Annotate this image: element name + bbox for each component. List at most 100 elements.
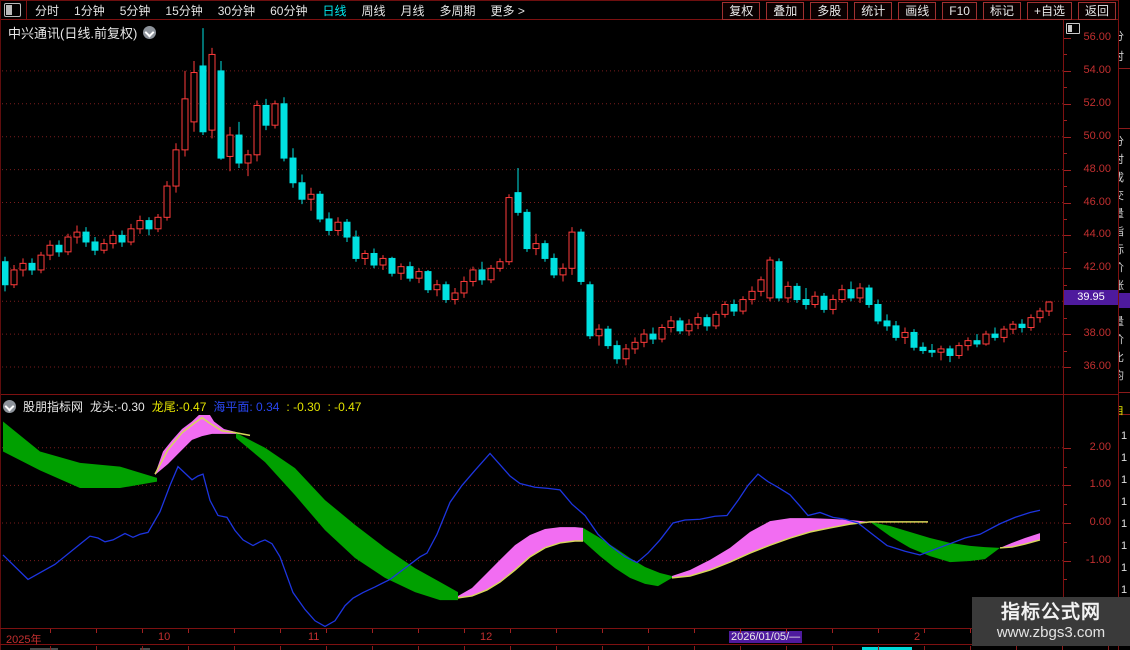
period-tab-日线[interactable]: 日线 [322,2,346,19]
price-tick-label: 50.00 [1083,129,1111,142]
time-tick [464,629,465,633]
period-tab-15分钟[interactable]: 15分钟 [165,2,202,19]
clipped-quote-digit: 1 [1121,452,1128,464]
price-tick-label: 52.00 [1083,96,1111,109]
time-axis-label: 12 [480,631,493,643]
candle [469,269,477,282]
toolbar-button-统计[interactable]: 统计 [854,2,893,20]
time-tick [326,629,327,633]
candle [793,285,801,301]
period-tab-月线[interactable]: 月线 [401,2,425,19]
bottom-row-tick [832,646,833,650]
candle [991,333,999,338]
candle [946,348,954,356]
candle [640,333,648,343]
candle [874,303,882,322]
clipped-quote-digit: 1 [1121,584,1128,596]
toolbar-button-画线[interactable]: 画线 [898,2,937,20]
price-tick [1063,169,1071,171]
price-tick [1063,103,1071,105]
bottom-row-tick [602,646,603,650]
clipped-glyph: 交 [1119,187,1124,203]
panel-divider[interactable] [0,394,1118,395]
candle [172,149,180,187]
candle [613,345,621,360]
candle [244,154,252,164]
toolbar-buttons: 复权 叠加 多股 统计 画线 F10 标记 +自选 返回 [722,2,1116,20]
indicator-band-green [3,421,157,489]
bottom-row-tick [50,646,51,650]
chevron-down-icon[interactable] [3,400,16,413]
candle [955,345,963,356]
clipped-glyph: 分 [1119,133,1124,149]
period-tab-5分钟[interactable]: 5分钟 [120,2,151,19]
toolbar-button-标记[interactable]: 标记 [982,2,1021,20]
price-tick [1063,70,1071,72]
clipped-quote-digit: 1 [1121,540,1128,552]
period-tab-60分钟[interactable]: 60分钟 [270,2,307,19]
candle [82,231,90,243]
candle [397,266,405,274]
indicator-tick-label: 1.00 [1089,478,1111,491]
toolbar-button-多股[interactable]: 多股 [810,2,849,20]
panel-split-icon[interactable] [4,3,21,17]
candle [2,261,9,286]
candle [1000,328,1008,338]
candle [253,104,261,156]
bottom-row-tick [1062,646,1063,650]
period-tab-多周期[interactable]: 多周期 [440,2,476,19]
watermark: 指标公式网 www.zbgs3.com [972,597,1130,646]
indicator-chart[interactable] [2,415,1063,627]
bottom-row-tick [96,646,97,650]
toolbar-button-复权[interactable]: 复权 [722,2,761,20]
candle [343,221,351,238]
indicator-readout-4: : -0.30 [286,399,321,414]
price-tick-label: 36.00 [1083,360,1111,372]
bottom-row-tick [878,646,879,650]
candle [748,290,756,301]
time-tick [740,629,741,633]
toolbar-button-F10[interactable]: F10 [942,2,977,20]
period-tab-更多 >[interactable]: 更多 > [491,2,525,19]
candlestick-chart[interactable] [2,20,1063,393]
period-tab-周线[interactable]: 周线 [361,2,385,19]
clipped-glyph: 量 [1119,205,1124,221]
price-tick-label: 56.00 [1083,31,1111,43]
candle [361,252,369,259]
candle [64,236,72,253]
candle [424,271,432,291]
candle [928,350,936,353]
bottom-row-tick [280,646,281,650]
clipped-quote-digit: 1 [1121,562,1128,574]
candle [496,261,504,269]
candle [784,285,792,299]
candle [649,333,657,340]
candle [739,299,747,312]
candle [100,243,108,251]
candle [757,279,765,292]
indicator-band-magenta [458,527,583,598]
bottom-row-tick [694,646,695,650]
period-tab-30分钟[interactable]: 30分钟 [218,2,255,19]
candle [316,193,324,220]
indicator-tick-label: -1.00 [1085,553,1111,566]
right-sidebar-clipped[interactable]: 分时分时成交量指标价涨量价比均自111111111 [1118,0,1130,650]
candle [964,340,972,347]
candle [910,331,918,348]
period-tab-分时[interactable]: 分时 [35,2,59,19]
candle [406,266,414,279]
time-tick [372,629,373,633]
candle [703,317,711,327]
bottom-row-tick [188,646,189,650]
candle [226,134,234,157]
indicator-readout-0: 股朋指标网 [23,400,84,414]
candle [118,234,126,243]
time-tick [556,629,557,633]
candle [982,333,990,345]
toolbar-separator [26,0,27,20]
toolbar-button-叠加[interactable]: 叠加 [766,2,805,20]
period-tab-1分钟[interactable]: 1分钟 [74,2,105,19]
time-tick [510,629,511,633]
bottom-row-tick [1108,646,1109,650]
indicator-band-magenta [672,518,870,578]
